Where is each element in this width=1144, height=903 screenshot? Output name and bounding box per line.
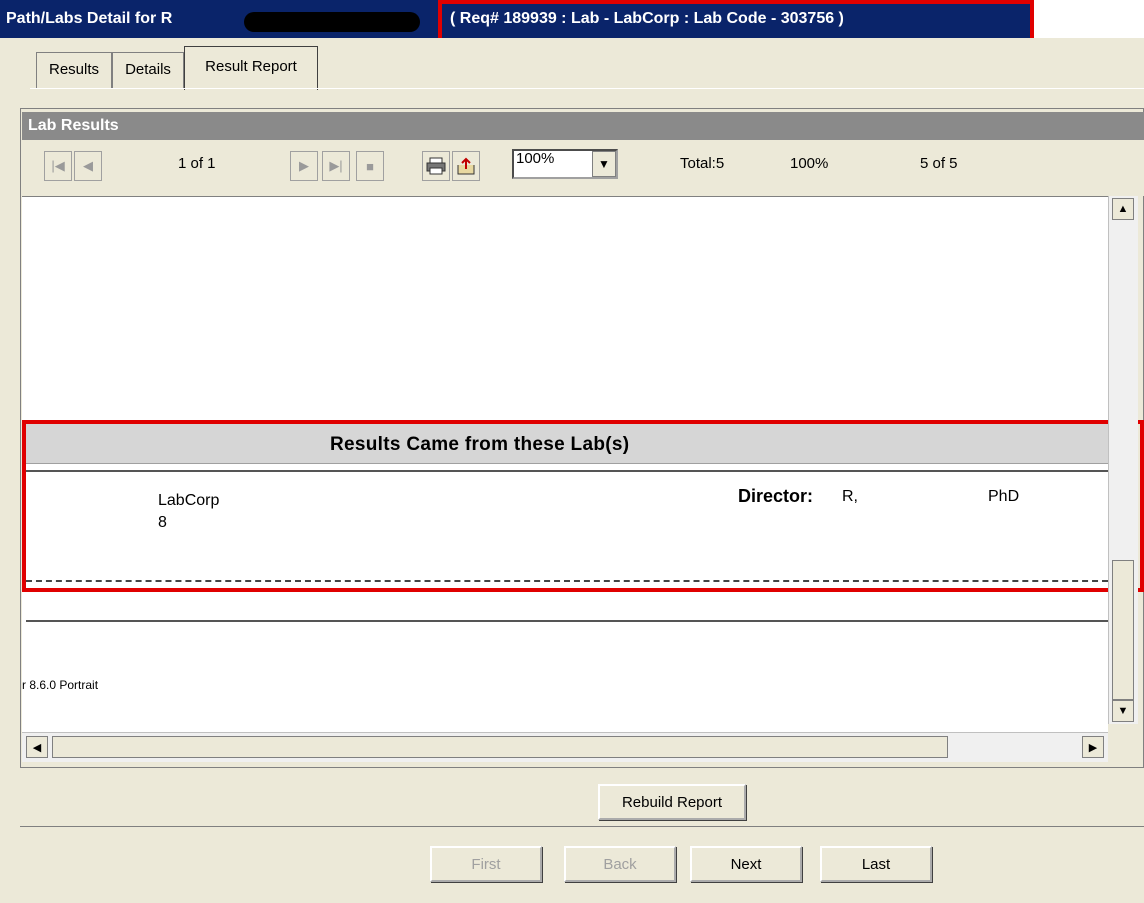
print-icon[interactable] [422,151,450,181]
horizontal-scroll-thumb[interactable] [52,736,948,758]
percent-indicator: 100% [790,155,829,172]
last-page-icon[interactable]: ▶| [322,151,350,181]
previous-page-icon[interactable]: ◀ [74,151,102,181]
first-button[interactable]: First [430,846,542,882]
report-footer-text: r 8.6.0 Portrait [22,678,99,692]
footer-rule [26,620,1108,622]
bottom-divider [20,826,1144,827]
first-page-icon[interactable]: |◀ [44,151,72,181]
rebuild-report-button[interactable]: Rebuild Report [598,784,746,820]
vertical-scroll-thumb[interactable] [1112,560,1134,700]
back-button[interactable]: Back [564,846,676,882]
tab-details[interactable]: Details [112,52,184,88]
stop-icon[interactable]: ■ [356,151,384,181]
total-count: Total:5 [680,155,725,172]
scroll-left-icon[interactable]: ◀ [26,736,48,758]
redacted-patient-name [244,12,420,32]
tab-results[interactable]: Results [36,52,112,88]
zoom-value: 100% [516,150,555,167]
match-count: 5 of 5 [920,155,958,172]
tab-result-report[interactable]: Result Report [184,46,318,90]
next-button[interactable]: Next [690,846,802,882]
chevron-down-icon[interactable]: ▼ [592,151,616,177]
window-title: Path/Labs Detail for R [6,10,173,27]
scroll-down-icon[interactable]: ▼ [1112,700,1134,722]
last-button[interactable]: Last [820,846,932,882]
scroll-up-icon[interactable]: ▲ [1112,198,1134,220]
page-indicator: 1 of 1 [178,155,216,172]
tab-strip-divider [30,88,1144,89]
panel-header: Lab Results [22,112,1144,140]
next-page-icon[interactable]: ▶ [290,151,318,181]
lab-source-highlight-box [22,420,1144,592]
export-icon[interactable] [452,151,480,181]
scroll-right-icon[interactable]: ▶ [1082,736,1104,758]
